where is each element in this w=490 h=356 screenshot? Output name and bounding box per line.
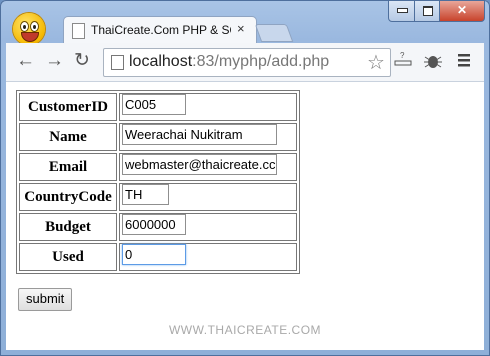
url-text[interactable]: localhost:83/myphp/add.php bbox=[129, 53, 329, 71]
bookmark-star-icon[interactable]: ☆ bbox=[367, 50, 385, 75]
browser-toolbar: ← → ↻ localhost:83/myphp/add.php ☆ ? bbox=[6, 43, 484, 82]
table-row: CustomerID C005 bbox=[19, 93, 297, 121]
customer-id-input[interactable]: C005 bbox=[122, 94, 186, 115]
country-code-label: CountryCode bbox=[19, 183, 117, 211]
name-label: Name bbox=[19, 123, 117, 151]
watermark-text: WWW.THAICREATE.COM bbox=[168, 323, 322, 337]
extension-icon[interactable]: ? bbox=[393, 51, 413, 76]
table-row: CountryCode TH bbox=[19, 183, 297, 211]
table-row: Budget 6000000 bbox=[19, 213, 297, 241]
table-row: Email webmaster@thaicreate.cc bbox=[19, 153, 297, 181]
forward-arrow-icon[interactable]: → bbox=[45, 51, 64, 71]
browser-window: ThaiCreate.Com PHP & SQ × ✕ ← → ↻ localh… bbox=[0, 0, 490, 356]
tab-title: ThaiCreate.Com PHP & SQ bbox=[91, 23, 231, 37]
browser-tab[interactable]: ThaiCreate.Com PHP & SQ × bbox=[63, 16, 257, 44]
country-code-input[interactable]: TH bbox=[122, 184, 169, 205]
table-row: Used 0 bbox=[19, 243, 297, 271]
reload-icon[interactable]: ↻ bbox=[74, 51, 90, 71]
budget-label: Budget bbox=[19, 213, 117, 241]
browser-mascot-icon bbox=[13, 13, 45, 45]
window-close-button[interactable]: ✕ bbox=[439, 0, 485, 22]
back-arrow-icon[interactable]: ← bbox=[16, 51, 35, 71]
table-row: Name Weerachai Nukitram bbox=[19, 123, 297, 151]
customer-form-table: CustomerID C005 Name Weerachai Nukitram … bbox=[16, 90, 300, 274]
customer-id-label: CustomerID bbox=[19, 93, 117, 121]
used-label: Used bbox=[19, 243, 117, 271]
bug-extension-icon[interactable] bbox=[422, 51, 444, 76]
email-input[interactable]: webmaster@thaicreate.cc bbox=[122, 154, 277, 175]
page-favicon-icon bbox=[72, 23, 85, 39]
minimize-button[interactable] bbox=[388, 0, 416, 22]
menu-icon[interactable] bbox=[457, 51, 471, 74]
address-bar[interactable]: localhost:83/myphp/add.php ☆ bbox=[103, 48, 391, 77]
tab-close-icon[interactable]: × bbox=[237, 21, 245, 36]
used-input[interactable]: 0 bbox=[122, 244, 186, 265]
maximize-button[interactable] bbox=[414, 0, 441, 22]
page-icon bbox=[111, 55, 124, 70]
budget-input[interactable]: 6000000 bbox=[122, 214, 186, 235]
svg-text:?: ? bbox=[400, 51, 405, 60]
submit-button[interactable]: submit bbox=[18, 288, 73, 311]
email-label: Email bbox=[19, 153, 117, 181]
new-tab-button[interactable] bbox=[254, 24, 294, 42]
name-input[interactable]: Weerachai Nukitram bbox=[122, 124, 277, 145]
page-content: CustomerID C005 Name Weerachai Nukitram … bbox=[6, 82, 484, 350]
